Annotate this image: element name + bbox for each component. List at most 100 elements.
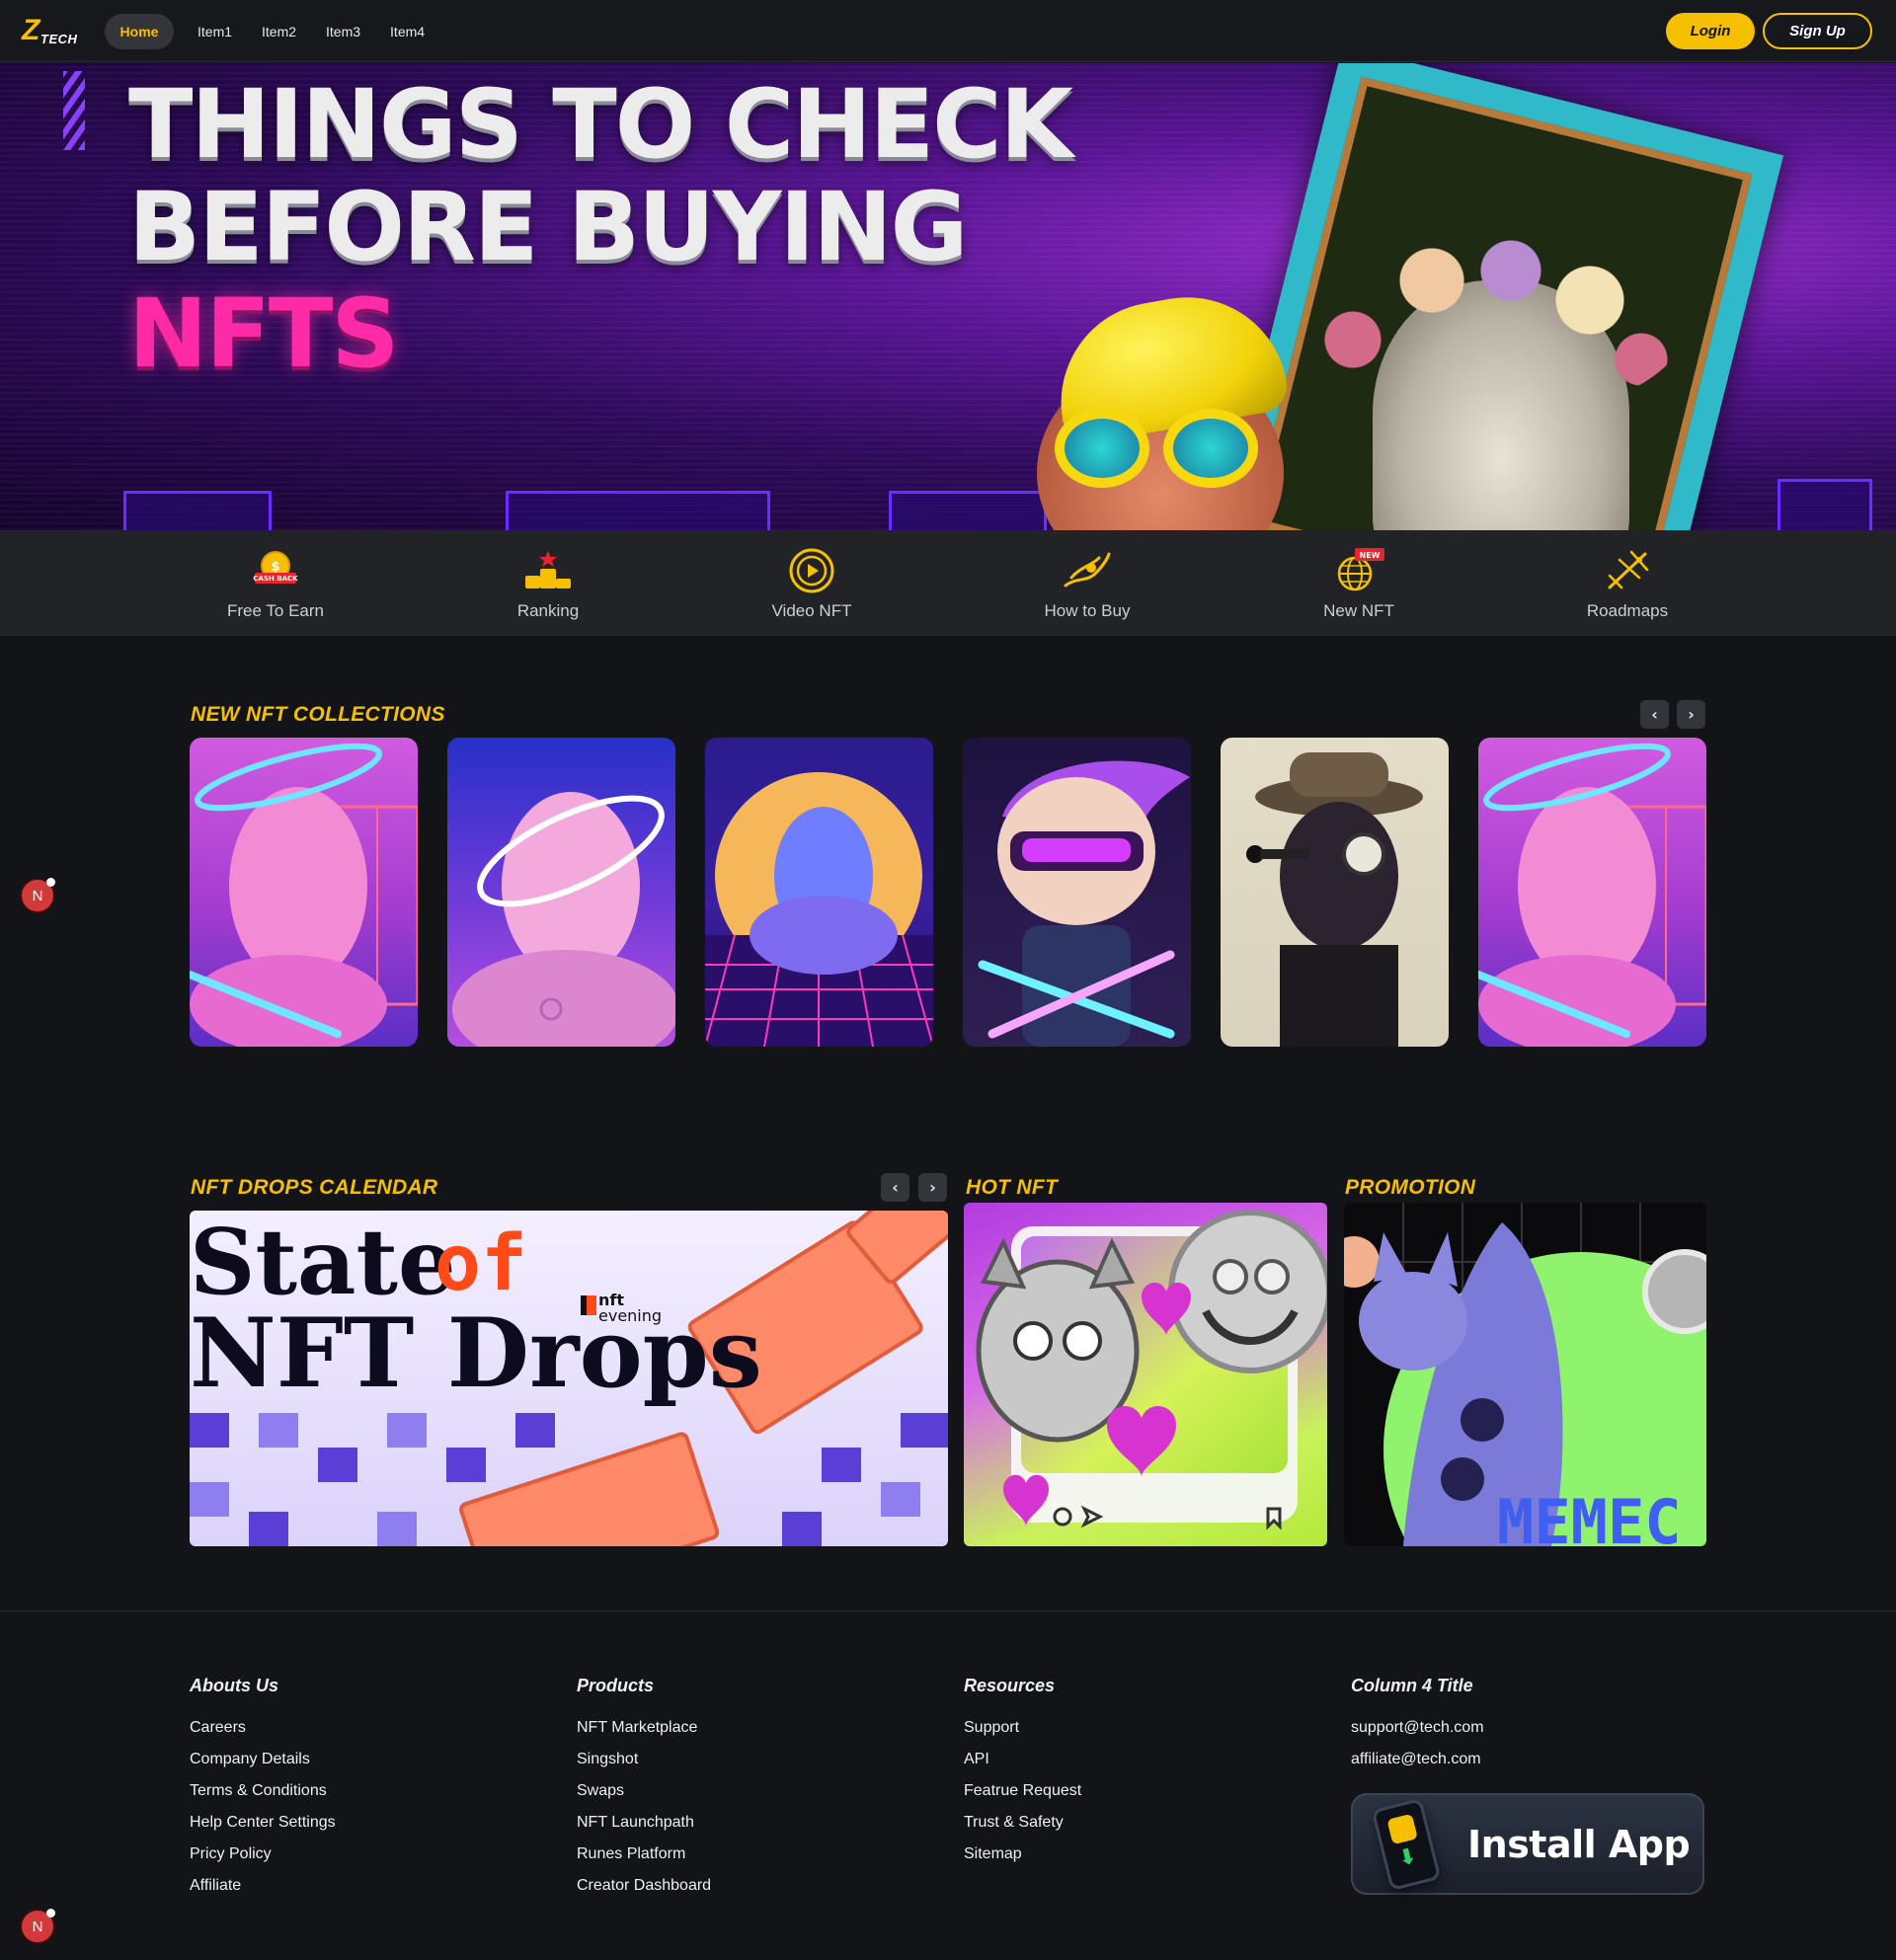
- signup-button[interactable]: Sign Up: [1763, 13, 1872, 49]
- promotion-title: PROMOTION: [1345, 1176, 1476, 1199]
- login-button[interactable]: Login: [1666, 13, 1755, 49]
- footer-link[interactable]: Help Center Settings: [190, 1813, 336, 1844]
- nav-item1[interactable]: Item1: [198, 14, 232, 49]
- footer-link[interactable]: Swaps: [577, 1781, 711, 1813]
- nft-card[interactable]: [1478, 738, 1706, 1047]
- promotion-artwork: MEMEC: [1344, 1203, 1706, 1546]
- svg-text:MEMEC: MEMEC: [1497, 1486, 1682, 1546]
- category-roadmaps[interactable]: Roadmaps: [1548, 548, 1706, 621]
- footer-heading: Resources: [964, 1676, 1056, 1695]
- category-label: Video NFT: [771, 601, 852, 620]
- footer-column-about: Abouts Us Careers Company Details Terms …: [190, 1676, 336, 1908]
- install-app-label: Install App: [1467, 1822, 1691, 1866]
- hero-platform: [889, 491, 1047, 530]
- footer-link[interactable]: Terms & Conditions: [190, 1781, 336, 1813]
- install-app-button[interactable]: Install App: [1351, 1793, 1704, 1895]
- footer-column-resources: Resources Support API Featrue Request Tr…: [964, 1676, 1081, 1876]
- category-label: Roadmaps: [1586, 601, 1669, 620]
- nav-home[interactable]: Home: [105, 14, 174, 49]
- footer-link[interactable]: NFT Marketplace: [577, 1718, 711, 1750]
- nav-item3[interactable]: Item3: [326, 14, 360, 49]
- collections-prev-button[interactable]: ‹: [1640, 700, 1669, 729]
- nft-card[interactable]: [447, 738, 675, 1047]
- drops-next-button[interactable]: ›: [918, 1173, 947, 1202]
- notification-badge[interactable]: N: [20, 1909, 55, 1944]
- footer-link[interactable]: Trust & Safety: [964, 1813, 1081, 1844]
- hero-title-line3: NFTS: [128, 278, 400, 389]
- category-label: New NFT: [1323, 601, 1394, 620]
- hot-nft-banner[interactable]: [964, 1203, 1327, 1546]
- nft-artwork: [1246, 752, 1423, 1047]
- footer-link[interactable]: Singshot: [577, 1750, 711, 1781]
- footer-link[interactable]: Company Details: [190, 1750, 336, 1781]
- nft-artwork: [978, 760, 1190, 1047]
- logo-mark: Z: [22, 14, 40, 46]
- flower-crown: [1294, 221, 1689, 419]
- footer-link[interactable]: Runes Platform: [577, 1844, 711, 1876]
- footer-link[interactable]: API: [964, 1750, 1081, 1781]
- chevron-right-icon: ›: [1688, 705, 1695, 724]
- drops-prev-button[interactable]: ‹: [881, 1173, 909, 1202]
- footer-divider: [0, 1610, 1896, 1611]
- hero-stripes: [63, 71, 85, 150]
- category-free-to-earn[interactable]: $ CASH BACK Free To Earn: [197, 548, 355, 621]
- sunglasses: [1055, 409, 1262, 498]
- cashback-coin-icon: $ CASH BACK: [250, 548, 301, 593]
- nft-artwork: [1478, 743, 1706, 1047]
- notification-badge[interactable]: N: [20, 878, 55, 913]
- footer-column-contact: Column 4 Title support@tech.com affiliat…: [1351, 1676, 1484, 1781]
- footer-heading: Column 4 Title: [1351, 1676, 1473, 1695]
- globe-new-icon: NEW: [1333, 548, 1384, 593]
- footer-link[interactable]: Sitemap: [964, 1844, 1081, 1876]
- collections-next-button[interactable]: ›: [1677, 700, 1705, 729]
- airplane-icon: [1602, 548, 1653, 593]
- svg-text:CASH BACK: CASH BACK: [253, 575, 298, 583]
- category-how-to-buy[interactable]: How to Buy: [1008, 548, 1166, 621]
- hero-platform: [506, 491, 770, 530]
- footer-email-link[interactable]: affiliate@tech.com: [1351, 1750, 1484, 1781]
- nft-artwork: [190, 743, 418, 1047]
- footer-link[interactable]: Featrue Request: [964, 1781, 1081, 1813]
- hot-nft-artwork: [976, 1210, 1327, 1530]
- nav-item4[interactable]: Item4: [390, 14, 425, 49]
- category-ranking[interactable]: Ranking: [469, 548, 627, 621]
- category-label: How to Buy: [1044, 601, 1131, 620]
- category-label: Free To Earn: [227, 601, 324, 620]
- footer-heading: Abouts Us: [190, 1676, 278, 1695]
- hero-banner[interactable]: THINGS TO CHECK BEFORE BUYING NFTS: [0, 63, 1896, 530]
- hero-platform: [123, 491, 272, 530]
- svg-text:NEW: NEW: [1360, 551, 1381, 560]
- promotion-banner[interactable]: MEMEC: [1344, 1203, 1706, 1546]
- nft-card[interactable]: [705, 738, 933, 1047]
- footer-link[interactable]: NFT Launchpath: [577, 1813, 711, 1844]
- footer-email-link[interactable]: support@tech.com: [1351, 1718, 1484, 1750]
- category-new-nft[interactable]: NEW New NFT: [1280, 548, 1438, 621]
- svg-text:NFT Drops: NFT Drops: [190, 1297, 762, 1409]
- footer-link[interactable]: Pricy Policy: [190, 1844, 336, 1876]
- top-header: Z TECH Home Item1 Item2 Item3 Item4 Logi…: [0, 0, 1896, 62]
- category-strip: $ CASH BACK Free To Earn Ranking Video N…: [0, 530, 1896, 636]
- buy-hand-icon: [1062, 548, 1113, 593]
- svg-text:$: $: [271, 560, 279, 575]
- category-video-nft[interactable]: Video NFT: [733, 548, 891, 621]
- nft-card[interactable]: [963, 738, 1191, 1047]
- footer-column-products: Products NFT Marketplace Singshot Swaps …: [577, 1676, 711, 1908]
- svg-text:of: of: [434, 1219, 527, 1308]
- nft-card[interactable]: [1221, 738, 1449, 1047]
- footer-link[interactable]: Careers: [190, 1718, 336, 1750]
- svg-text:evening: evening: [598, 1306, 662, 1325]
- nft-artwork: [705, 772, 933, 1047]
- nft-card[interactable]: [190, 738, 418, 1047]
- footer-link[interactable]: Affiliate: [190, 1876, 336, 1908]
- drops-banner[interactable]: State of NFT Drops nft evening: [190, 1211, 948, 1546]
- hero-platform: [1778, 479, 1872, 530]
- drops-title: NFT DROPS CALENDAR: [191, 1176, 438, 1199]
- logo[interactable]: Z TECH: [22, 16, 77, 47]
- nft-artwork: [452, 792, 675, 1047]
- category-label: Ranking: [516, 601, 580, 620]
- nav-item2[interactable]: Item2: [262, 14, 296, 49]
- logo-text: TECH: [40, 32, 78, 46]
- footer-link[interactable]: Creator Dashboard: [577, 1876, 711, 1908]
- footer-link[interactable]: Support: [964, 1718, 1081, 1750]
- hero-title-line1: THINGS TO CHECK: [128, 69, 1073, 180]
